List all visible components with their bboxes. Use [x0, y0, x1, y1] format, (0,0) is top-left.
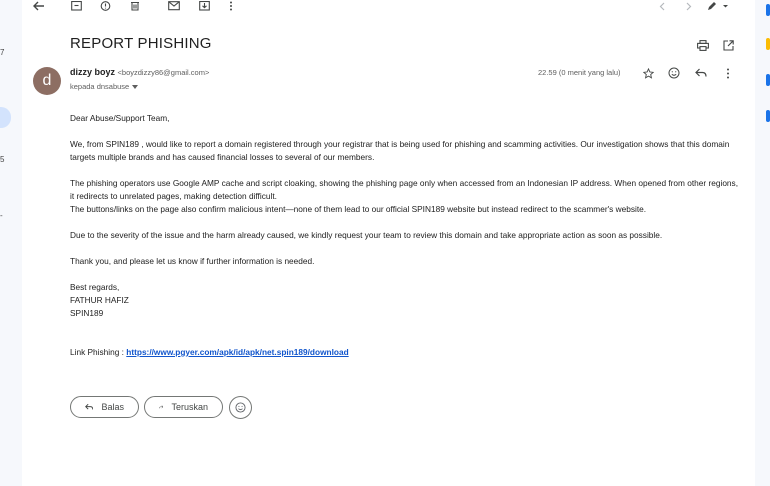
signature-name: FATHUR HAFIZ [70, 295, 129, 305]
body-paragraph: Thank you, and please let us know if fur… [70, 256, 315, 266]
body-paragraph: The buttons/links on the page also confi… [70, 204, 647, 214]
sender-line: dizzy boyz <boyzdizzy86@gmail.com> [70, 67, 209, 77]
report-spam-icon[interactable] [98, 0, 112, 12]
emoji-reaction-button[interactable] [229, 396, 252, 419]
greeting: Dear Abuse/Support Team, [70, 113, 170, 123]
forward-button-label: Teruskan [171, 402, 208, 412]
left-nav-strip: 7 5 - [0, 0, 22, 486]
left-nav-mark: 5 [0, 155, 5, 164]
recipient-line[interactable]: kepada dnsabuse [70, 82, 139, 91]
left-nav-active-item[interactable] [0, 107, 11, 128]
more-options-icon[interactable] [721, 66, 735, 80]
phishing-link-line: Link Phishing : https://www.pgyer.com/ap… [70, 346, 740, 359]
avatar[interactable]: d [33, 67, 61, 95]
open-in-new-window-icon[interactable] [721, 38, 735, 52]
delete-icon[interactable] [128, 0, 142, 12]
add-reaction-icon[interactable] [667, 66, 681, 80]
calendar-app-icon[interactable] [766, 4, 770, 16]
star-icon[interactable] [641, 66, 655, 80]
archive-icon[interactable] [69, 0, 83, 12]
side-panel-strip [755, 0, 770, 486]
closing: Best regards, [70, 282, 120, 292]
left-nav-mark: - [0, 211, 3, 220]
contacts-app-icon[interactable] [766, 110, 770, 122]
reply-icon [85, 403, 94, 410]
reply-icon[interactable] [694, 66, 708, 80]
email-body: Dear Abuse/Support Team, We, from SPIN18… [70, 112, 740, 359]
forward-icon [159, 405, 164, 409]
keep-app-icon[interactable] [766, 38, 770, 50]
phishing-link[interactable]: https://www.pgyer.com/apk/id/apk/net.spi… [126, 347, 348, 357]
tasks-app-icon[interactable] [766, 74, 770, 86]
prev-icon[interactable] [656, 0, 668, 12]
smiley-icon [235, 402, 246, 413]
forward-button[interactable]: Teruskan [144, 396, 223, 418]
body-paragraph: We, from SPIN189 , would like to report … [70, 139, 730, 162]
body-paragraph: The phishing operators use Google AMP ca… [70, 178, 739, 201]
reply-button[interactable]: Balas [70, 396, 139, 418]
more-vert-icon[interactable] [226, 0, 236, 12]
signature-org: SPIN189 [70, 308, 104, 318]
recipient-label: kepada dnsabuse [70, 82, 130, 91]
back-icon[interactable] [31, 0, 47, 12]
phishing-link-label: Link Phishing : [70, 347, 127, 357]
mark-unread-icon[interactable] [167, 0, 181, 12]
email-view: REPORT PHISHING d dizzy boyz <boyzdizzy8… [22, 0, 755, 486]
sender-email: <boyzdizzy86@gmail.com> [117, 68, 210, 77]
next-icon[interactable] [683, 0, 695, 12]
print-icon[interactable] [696, 38, 710, 52]
email-subject: REPORT PHISHING [70, 35, 212, 52]
email-timestamp: 22.59 (0 menit yang lalu) [538, 68, 621, 77]
move-to-icon[interactable] [197, 0, 211, 12]
body-paragraph: Due to the severity of the issue and the… [70, 230, 663, 240]
chevron-down-icon[interactable] [132, 84, 139, 89]
reply-button-label: Balas [101, 402, 124, 412]
pen-icon[interactable] [706, 0, 730, 12]
left-nav-mark: 7 [0, 48, 5, 57]
sender-name[interactable]: dizzy boyz [70, 67, 115, 77]
